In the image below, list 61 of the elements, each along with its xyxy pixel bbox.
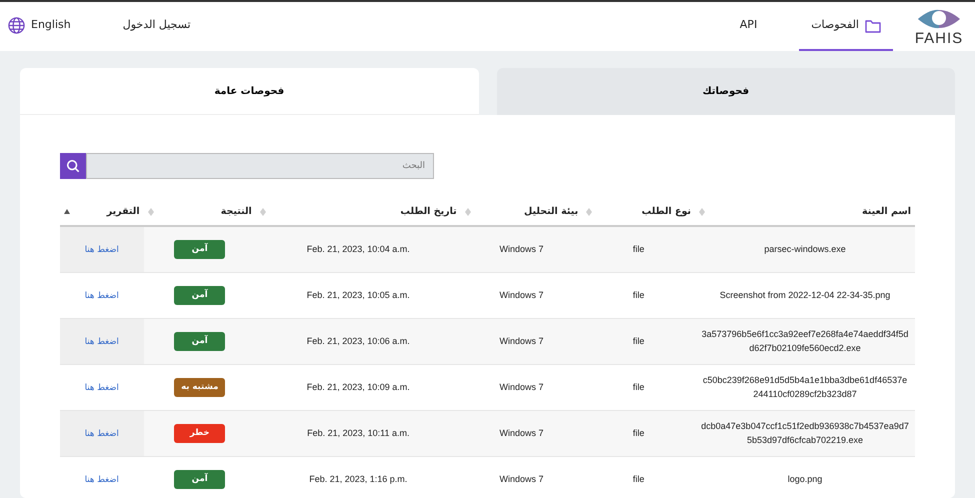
sample-name: Screenshot from 2022-12-04 22-34-35.png	[720, 290, 890, 300]
analysis-environment: Windows 7	[499, 244, 544, 254]
column-header: تاريخ الطلب	[400, 205, 457, 219]
sort-ascending-icon[interactable]	[64, 208, 70, 216]
column-header: النتيجة	[220, 205, 252, 219]
report-link[interactable]: اضغط هنا	[84, 428, 119, 439]
sort-icon[interactable]	[260, 208, 266, 216]
request-type: file	[632, 382, 644, 392]
sort-icon[interactable]	[699, 208, 705, 216]
report-link[interactable]: اضغط هنا	[84, 474, 119, 485]
result-label: مشتبه به	[174, 378, 226, 398]
request-type: file	[632, 428, 644, 438]
analysis-environment: Windows 7	[499, 290, 544, 300]
request-date: Feb. 21, 2023, 10:04 a.m.	[306, 244, 410, 254]
request-date: Feb. 21, 2023, 10:06 a.m.	[306, 336, 410, 346]
sample-name: dcb0a47e3b047ccf1c51f2edb936938c7b4537ea9d75b53d97df6cfcab702219.exe	[701, 421, 909, 445]
request-type: file	[632, 474, 644, 484]
request-date: Feb. 21, 2023, 10:11 a.m.	[307, 428, 410, 438]
analysis-environment: Windows 7	[499, 336, 544, 346]
folder-icon	[865, 18, 881, 32]
result-label: آمن	[174, 240, 226, 260]
request-date: Feb. 21, 2023, 10:05 a.m.	[306, 290, 410, 300]
sample-name: parsec-windows.exe	[764, 244, 846, 254]
globe-icon	[8, 17, 25, 34]
analysis-environment: Windows 7	[499, 474, 544, 484]
search-icon	[66, 158, 80, 174]
sort-icon[interactable]	[586, 208, 592, 216]
result-label: آمن	[174, 332, 226, 352]
report-link[interactable]: اضغط هنا	[84, 382, 119, 393]
request-type: file	[632, 336, 644, 346]
report-link[interactable]: اضغط هنا	[84, 244, 119, 255]
analysis-environment: Windows 7	[499, 382, 544, 392]
result-label: آمن	[174, 286, 226, 306]
column-header: بيئة التحليل	[524, 205, 578, 219]
analysis-environment: Windows 7	[499, 428, 544, 438]
eye-logo-icon	[916, 7, 962, 31]
nav-link[interactable]: الفحوصات	[799, 2, 893, 51]
request-date: Feb. 21, 2023, 10:09 a.m.	[306, 382, 410, 392]
sample-name: logo.png	[788, 474, 822, 484]
column-header: اسم العينة	[862, 205, 911, 219]
report-link[interactable]: اضغط هنا	[84, 336, 119, 347]
sample-name: 3a573796b5e6f1cc3a92eef7e268fa4e74aeddf34f5dd62f7b02109fe560ecd2.exe	[702, 329, 908, 353]
column-header: التقرير	[106, 205, 140, 219]
language-link[interactable]: English	[8, 17, 71, 36]
request-type: file	[632, 244, 644, 254]
login-link[interactable]: تسجيل الدخول	[110, 17, 203, 36]
request-type: file	[632, 290, 644, 300]
report-link[interactable]: اضغط هنا	[84, 290, 119, 301]
sort-icon[interactable]	[148, 208, 154, 216]
search-button[interactable]	[60, 153, 86, 179]
tab[interactable]: فحوصاتك	[496, 68, 955, 115]
search-field[interactable]: البحث	[86, 153, 434, 179]
sort-icon[interactable]	[464, 208, 471, 216]
sample-name: c50bc239f268e91d5d5b4a1e1bba3dbe61df46537e244110cf0289cf2b323d87	[702, 375, 908, 399]
result-label: آمن	[174, 470, 226, 490]
request-date: Feb. 21, 2023, 1:16 p.m.	[309, 474, 408, 484]
column-header: نوع الطلب	[642, 205, 691, 219]
tab[interactable]: فحوصات عامة	[20, 68, 478, 115]
result-label: خطر	[174, 424, 226, 444]
brand-name: FAHIS	[914, 31, 964, 46]
nav-link[interactable]: API	[728, 2, 770, 51]
